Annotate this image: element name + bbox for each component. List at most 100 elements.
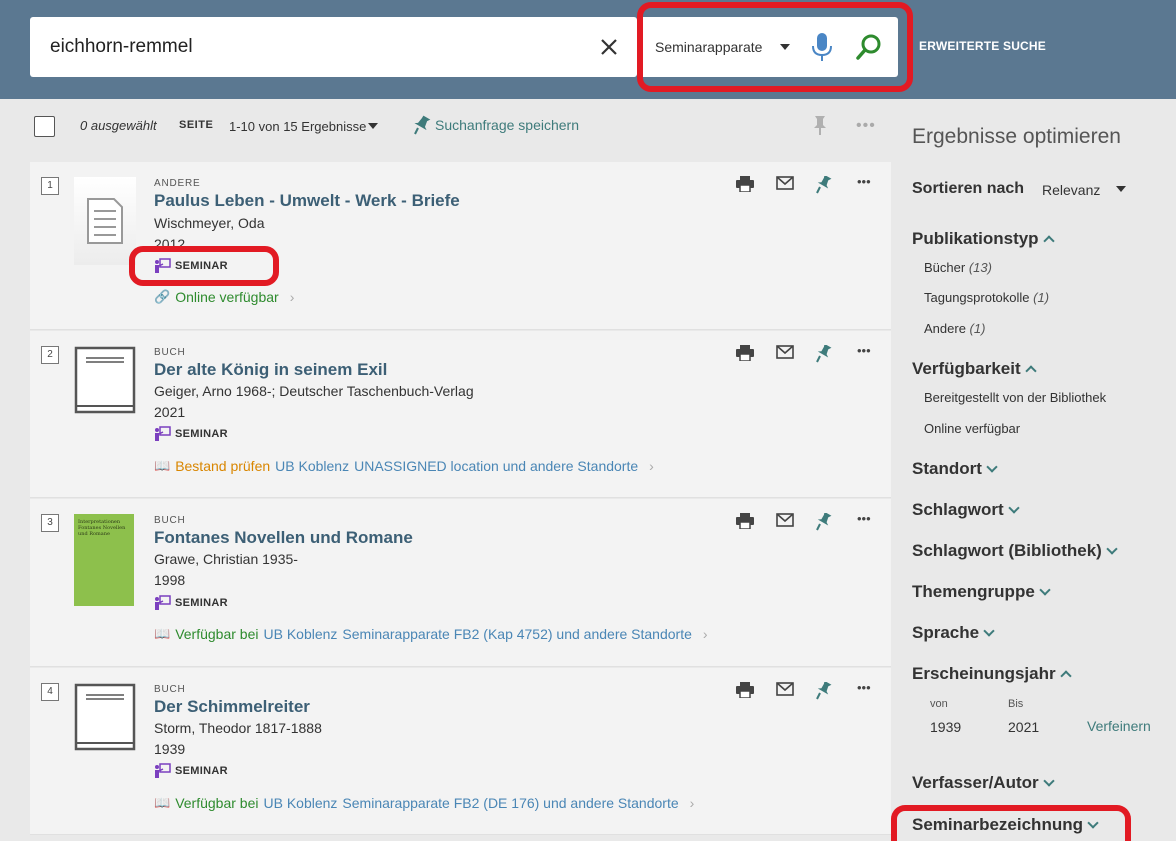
chevron-down-icon: [1042, 775, 1055, 787]
search-input[interactable]: [50, 17, 590, 77]
pin-icon[interactable]: [812, 115, 828, 137]
result-type: BUCH: [154, 684, 186, 695]
chevron-down-icon: [1007, 502, 1020, 514]
more-options-icon[interactable]: •••: [857, 511, 871, 526]
facet-label: Standort: [912, 459, 982, 478]
facet-standort[interactable]: Standort: [912, 459, 998, 479]
availability-location[interactable]: Seminarapparate FB2 (DE 176) und andere …: [342, 795, 678, 811]
facet-item-tagungsprotokolle[interactable]: Tagungsprotokolle (1): [924, 290, 1049, 305]
availability-location[interactable]: Seminarapparate FB2 (Kap 4752) und ander…: [342, 626, 691, 642]
select-all-checkbox[interactable]: [34, 116, 55, 137]
chevron-down-icon: [1106, 543, 1118, 555]
facet-schlagwort-bibliothek[interactable]: Schlagwort (Bibliothek): [912, 541, 1118, 561]
facet-item-andere[interactable]: Andere (1): [924, 321, 985, 336]
availability[interactable]: 📖 Bestand prüfen UB Koblenz UNASSIGNED l…: [154, 458, 654, 474]
save-query-button[interactable]: Suchanfrage speichern: [413, 115, 579, 135]
facet-label: Themengruppe: [912, 582, 1035, 601]
save-query-label: Suchanfrage speichern: [435, 117, 579, 133]
availability-library[interactable]: UB Koblenz: [275, 458, 349, 474]
availability-status[interactable]: Verfügbar bei: [175, 795, 258, 811]
availability[interactable]: 📖 Verfügbar bei UB Koblenz Seminarappara…: [154, 795, 694, 811]
advanced-search-link[interactable]: ERWEITERTE SUCHE: [919, 39, 1046, 53]
facet-verfuegbarkeit[interactable]: Verfügbarkeit: [912, 359, 1037, 379]
refine-button[interactable]: Verfeinern: [1087, 718, 1151, 734]
facet-sprache[interactable]: Sprache: [912, 623, 995, 643]
facet-item-buecher[interactable]: Bücher (13): [924, 260, 992, 275]
cover-text: Interpretationen Fontanes Novellen und R…: [78, 519, 126, 537]
seminar-icon: [155, 258, 171, 273]
print-icon[interactable]: [736, 513, 754, 529]
result-year: 1939: [154, 741, 186, 757]
book-thumbnail: [74, 346, 136, 414]
microphone-icon[interactable]: [810, 31, 834, 63]
availability-location[interactable]: UNASSIGNED location und andere Standorte: [354, 458, 638, 474]
more-options-icon[interactable]: •••: [857, 680, 871, 695]
facet-themengruppe[interactable]: Themengruppe: [912, 582, 1051, 602]
chevron-right-icon: ›: [649, 458, 654, 474]
result-item-1[interactable]: 1 ANDERE Paulus Leben - Umwelt - Werk - …: [30, 162, 891, 330]
seminar-icon: [155, 763, 171, 778]
seminar-label: SEMINAR: [175, 765, 228, 777]
email-icon[interactable]: [776, 682, 794, 696]
seminar-badge: SEMINAR: [154, 595, 228, 611]
availability-status[interactable]: Verfügbar bei: [175, 626, 258, 642]
facet-label: Sprache: [912, 623, 980, 642]
sort-dropdown[interactable]: Relevanz: [1042, 182, 1100, 198]
availability[interactable]: 📖 Verfügbar bei UB Koblenz Seminarappara…: [154, 626, 708, 642]
email-icon[interactable]: [776, 513, 794, 527]
facet-publikationstyp[interactable]: Publikationstyp: [912, 229, 1055, 249]
result-title[interactable]: Fontanes Novellen und Romane: [154, 528, 413, 548]
clear-icon[interactable]: [595, 33, 623, 61]
chevron-right-icon: ›: [702, 626, 708, 642]
chevron-down-icon: [986, 461, 998, 473]
caret-down-icon[interactable]: [1116, 186, 1126, 192]
pin-icon[interactable]: [816, 345, 832, 363]
facet-item-online[interactable]: Online verfügbar: [924, 421, 1020, 436]
print-icon[interactable]: [736, 176, 754, 192]
result-actions: •••: [736, 174, 886, 196]
caret-down-icon: [780, 44, 790, 50]
print-icon[interactable]: [736, 682, 754, 698]
scope-dropdown[interactable]: Seminarapparate: [640, 17, 898, 77]
result-item-3[interactable]: 3 Interpretationen Fontanes Novellen und…: [30, 499, 891, 667]
search-icon[interactable]: [854, 32, 884, 62]
email-icon[interactable]: [776, 176, 794, 190]
availability-library[interactable]: UB Koblenz: [263, 795, 337, 811]
book-location-icon: 📖: [154, 795, 171, 810]
caret-down-icon[interactable]: [368, 123, 378, 129]
availability-status[interactable]: Online verfügbar: [175, 289, 279, 305]
facet-erscheinungsjahr[interactable]: Erscheinungsjahr: [912, 664, 1072, 684]
pin-icon[interactable]: [816, 513, 832, 531]
facet-verfasser[interactable]: Verfasser/Autor: [912, 773, 1055, 793]
year-from-label: von: [930, 698, 948, 710]
print-icon[interactable]: [736, 345, 754, 361]
year-from-input[interactable]: 1939: [930, 719, 961, 735]
availability[interactable]: 🔗 Online verfügbar ›: [154, 289, 294, 305]
email-icon[interactable]: [776, 345, 794, 359]
book-cover: Interpretationen Fontanes Novellen und R…: [74, 514, 134, 606]
facet-schlagwort[interactable]: Schlagwort: [912, 500, 1020, 520]
facet-label: Verfügbarkeit: [912, 359, 1021, 378]
pin-icon[interactable]: [816, 682, 832, 700]
pin-icon: [414, 115, 431, 135]
seminar-label: SEMINAR: [175, 260, 228, 272]
availability-library[interactable]: UB Koblenz: [263, 626, 337, 642]
year-to-input[interactable]: 2021: [1008, 719, 1039, 735]
availability-status[interactable]: Bestand prüfen: [175, 458, 270, 474]
facet-item-bereitgestellt[interactable]: Bereitgestellt von der Bibliothek: [924, 390, 1106, 405]
result-author: Grawe, Christian 1935-: [154, 551, 298, 567]
more-options-icon[interactable]: •••: [856, 117, 876, 135]
facet-label: Erscheinungsjahr: [912, 664, 1056, 683]
more-options-icon[interactable]: •••: [857, 174, 871, 189]
result-item-4[interactable]: 4 BUCH Der Schimmelreiter Storm, Theodor…: [30, 668, 891, 835]
result-title[interactable]: Der alte König in seinem Exil: [154, 360, 387, 380]
result-title[interactable]: Paulus Leben - Umwelt - Werk - Briefe: [154, 191, 460, 211]
more-options-icon[interactable]: •••: [857, 343, 871, 358]
result-item-2[interactable]: 2 BUCH Der alte König in seinem Exil Gei…: [30, 331, 891, 498]
pin-icon[interactable]: [816, 176, 832, 194]
chevron-up-icon: [1024, 365, 1037, 377]
result-title[interactable]: Der Schimmelreiter: [154, 697, 310, 717]
result-number: 1: [41, 177, 59, 195]
facet-seminarbezeichnung[interactable]: Seminarbezeichnung: [912, 815, 1099, 835]
results-range[interactable]: 1-10 von 15 Ergebnisse: [229, 119, 366, 134]
